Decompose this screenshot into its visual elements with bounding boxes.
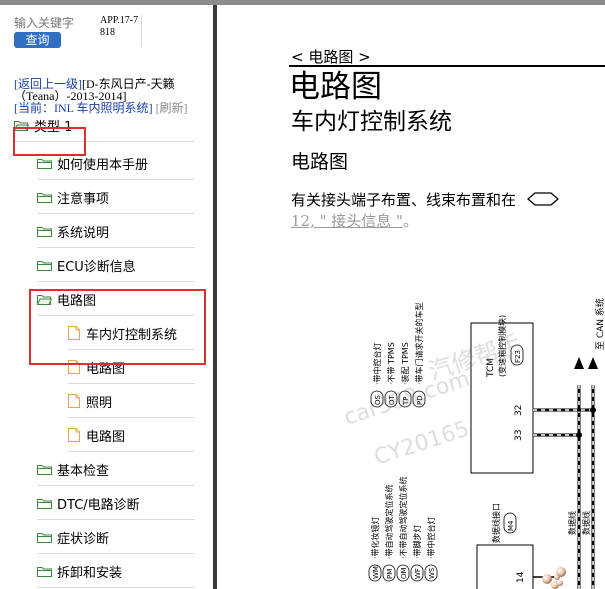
folder-icon	[37, 532, 57, 543]
toc-item[interactable]: 拆卸和安装	[37, 555, 195, 588]
toc-item-label: 照明	[86, 395, 113, 411]
toc-item-label: 系统说明	[57, 225, 110, 241]
folder-icon	[37, 464, 57, 475]
toc-item-label: 症状诊断	[57, 531, 110, 547]
legend-text: ·装配 TPMS	[400, 342, 410, 385]
toc-item[interactable]: 系统说明	[37, 215, 195, 248]
divider	[141, 15, 142, 47]
can-label: 至 CAN 系统	[594, 298, 605, 350]
toc-item-label: 车内灯控制系统	[86, 327, 178, 343]
toc-item[interactable]: 基本检查	[37, 453, 195, 486]
toc-item-label: 电路图	[57, 293, 97, 309]
document-pane: < 电路图 > 电路图 车内灯控制系统 电路图 有关接头端子布置、线束布置和在 …	[217, 5, 605, 589]
toc-item[interactable]: 电路图	[68, 419, 195, 452]
title-rule	[289, 65, 605, 67]
document-breadcrumb[interactable]: < 电路图 >	[291, 46, 371, 67]
legend-text: ·带中控台灯	[426, 516, 436, 559]
legend-text: ·带化妆镜灯	[370, 516, 380, 559]
toc-item[interactable]: 注意事项	[37, 181, 195, 214]
section-heading: 电路图	[291, 151, 349, 173]
pin-32: 32	[514, 405, 524, 416]
toc-item[interactable]: ECU诊断信息	[37, 249, 195, 282]
folder-icon	[37, 566, 57, 577]
toc-item[interactable]: 车内灯控制系统	[68, 317, 195, 350]
connector-info-link[interactable]: 12, " 接头信息 "。	[291, 211, 418, 231]
wiring-diagram: OS·带中控台灯OT·不带 TPMSTP·装配 TPMSPD·带车门请求开关的车…	[341, 298, 605, 589]
toc-item-label: 电路图	[86, 361, 126, 377]
legend-text: ·带中控台灯	[372, 342, 382, 385]
folder-icon	[37, 260, 57, 271]
folder-icon	[37, 226, 57, 237]
legend-text: ·带脚步灯	[412, 524, 422, 559]
toc-item[interactable]: 电路图	[68, 351, 195, 384]
toc-item[interactable]: 症状诊断	[37, 521, 195, 554]
search-button[interactable]: 查询	[14, 32, 61, 48]
legend-text: ·不带 TPMS	[387, 342, 396, 385]
document-subtitle: 车内灯控制系统	[291, 109, 452, 135]
toc-item-label: DTC/电路诊断	[57, 497, 140, 513]
dlc-label: 数据线接口	[491, 503, 501, 543]
folder-open-icon	[37, 294, 57, 305]
toc-item[interactable]: 如何使用本手册	[37, 147, 195, 180]
toc-item[interactable]: 电路图	[37, 283, 195, 316]
connector-code: WM	[372, 566, 380, 579]
toc-item[interactable]: 照明	[68, 385, 195, 418]
toc-item-label: 拆卸和安装	[57, 565, 123, 581]
navigation-pane: 查询 APP.17-7818 [返回上一级][D-东风日产-天籁（Teana）-…	[0, 5, 213, 589]
folder-open-icon	[14, 120, 34, 131]
toc-item-label: 类型 1	[34, 119, 73, 135]
page-icon	[68, 360, 86, 374]
dlc-connector: M4	[507, 520, 515, 531]
toc-item-label: 基本检查	[57, 463, 110, 479]
search-input[interactable]	[14, 16, 76, 30]
legend-text: ·带自动驾驶定位系统	[384, 484, 394, 559]
legend-text: ·带车门请求开关的车型	[414, 302, 424, 385]
intro-paragraph: 有关接头端子布置、线束布置和在	[291, 190, 559, 210]
connector-code: WS	[428, 567, 436, 579]
watermark-id: CY20165	[371, 417, 472, 471]
page-icon	[68, 428, 86, 442]
app-code: APP.17-7818	[100, 15, 139, 38]
toc-item[interactable]: DTC/电路诊断	[37, 487, 195, 520]
connector-code: WF	[414, 568, 422, 579]
toc-item-label: ECU诊断信息	[57, 259, 136, 275]
connector-code: PM	[386, 569, 394, 579]
pin-14: 14	[516, 571, 526, 583]
toc-item[interactable]: 类型 1	[14, 109, 195, 142]
data-line-label: 数据线	[567, 511, 577, 535]
legend-text: ·不带自动驾驶定位系统	[398, 476, 408, 559]
data-line-label: 数据线	[581, 511, 591, 535]
connector-code: OM	[400, 567, 408, 579]
document-title: 电路图	[289, 69, 382, 105]
hexagon-link-icon[interactable]	[526, 192, 559, 206]
folder-icon	[37, 192, 57, 203]
folder-icon	[37, 158, 57, 169]
toc-item-label: 如何使用本手册	[57, 157, 149, 173]
folder-icon	[37, 498, 57, 509]
page-icon	[68, 394, 86, 408]
pin-33: 33	[514, 430, 524, 441]
page-icon	[68, 326, 86, 340]
toc-item-label: 电路图	[86, 429, 126, 445]
toc-item-label: 注意事项	[57, 191, 110, 207]
